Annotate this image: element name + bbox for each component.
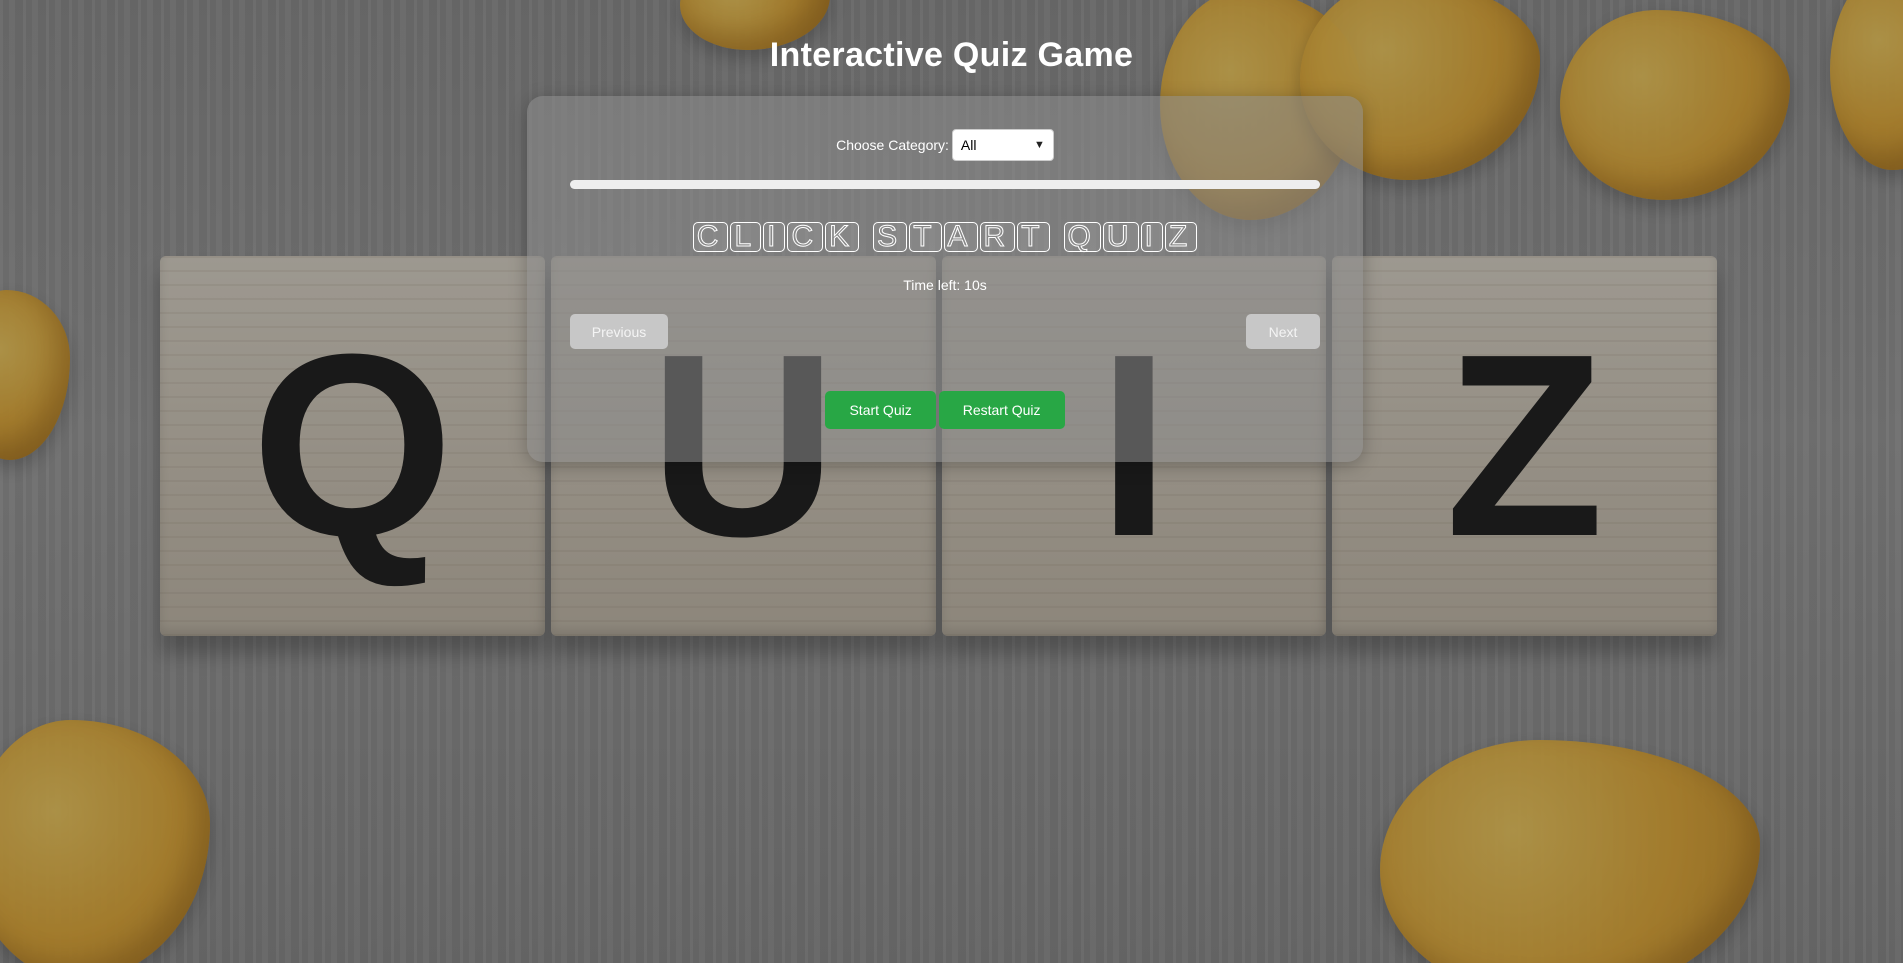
category-row: Choose Category: All ▼ bbox=[527, 129, 1363, 161]
question-letter: Z bbox=[1164, 221, 1198, 252]
question-letter: T bbox=[909, 221, 942, 252]
start-quiz-button[interactable]: Start Quiz bbox=[825, 391, 936, 429]
question-letter: I bbox=[1140, 221, 1163, 252]
progress-bar bbox=[570, 180, 1320, 189]
question-letter: I bbox=[763, 221, 786, 252]
question-text: CLICKSTARTQUIZ bbox=[527, 220, 1363, 254]
question-letter: T bbox=[1017, 221, 1050, 252]
question-letter: U bbox=[1102, 221, 1139, 252]
question-letter: K bbox=[825, 221, 860, 252]
action-buttons: Start Quiz Restart Quiz bbox=[527, 391, 1363, 429]
question-letter: C bbox=[692, 221, 729, 252]
next-button[interactable]: Next bbox=[1246, 314, 1320, 349]
question-letter: R bbox=[979, 221, 1016, 252]
question-letter: S bbox=[873, 221, 908, 252]
category-label: Choose Category: bbox=[836, 137, 949, 153]
category-select[interactable]: All ▼ bbox=[951, 129, 1054, 161]
question-letter: C bbox=[787, 221, 824, 252]
question-letter: Q bbox=[1063, 221, 1101, 252]
question-letters: CLICKSTARTQUIZ bbox=[692, 220, 1198, 254]
category-selected-value: All bbox=[960, 137, 977, 153]
question-letter: L bbox=[730, 221, 762, 252]
page-title: Interactive Quiz Game bbox=[769, 36, 1134, 74]
quiz-panel: Choose Category: All ▼ CLICKSTARTQUIZ Ti… bbox=[527, 96, 1363, 462]
timer-text: Time left: 10s bbox=[903, 277, 987, 293]
question-letter: A bbox=[943, 221, 978, 252]
previous-button[interactable]: Previous bbox=[570, 314, 668, 349]
restart-quiz-button[interactable]: Restart Quiz bbox=[938, 391, 1065, 429]
chevron-down-icon: ▼ bbox=[1034, 139, 1045, 151]
